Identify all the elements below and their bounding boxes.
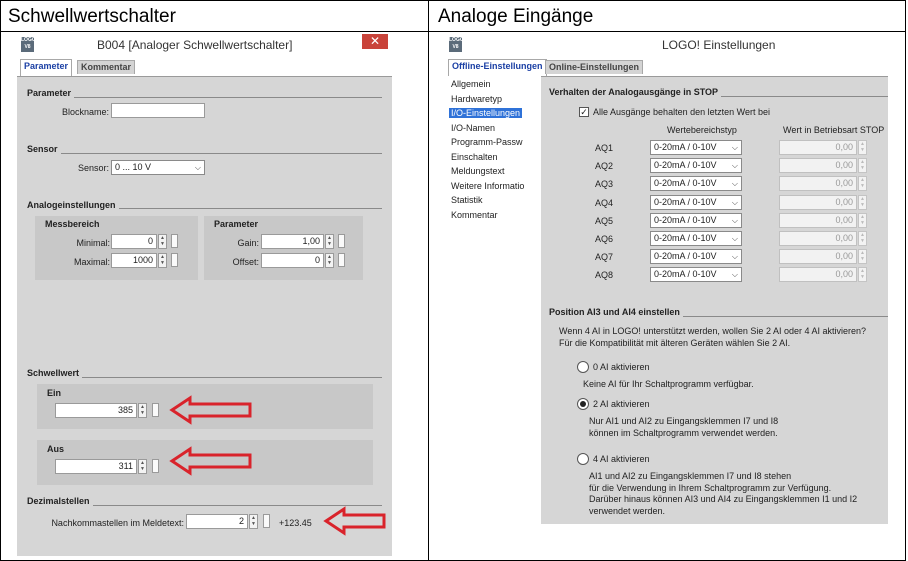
output-stop-spinner[interactable]: ▲ ▼ xyxy=(858,140,867,155)
chevron-down-icon: ⌵ xyxy=(731,252,738,262)
arrow-aus-icon xyxy=(169,446,252,476)
ai-option-description: für die Verwendung in Ihrem Schaltprogra… xyxy=(589,482,832,493)
output-range-select[interactable]: 0-20mA / 0-10V ⌵ xyxy=(650,267,742,283)
dialog-titlebar: LOGO V8 LOGO! Einstellungen xyxy=(445,34,888,56)
output-name: AQ6 xyxy=(595,234,614,244)
output-name: AQ7 xyxy=(595,252,614,263)
chevron-down-icon: ⌵ xyxy=(731,270,738,280)
col-range-header: Wertebereichstyp xyxy=(667,125,737,135)
keep-last-value-checkbox[interactable]: ✓ xyxy=(579,107,589,117)
keep-last-value-label: Alle Ausgänge behalten den letzten Wert … xyxy=(593,107,770,117)
output-stop-value-input[interactable]: 0,00 xyxy=(779,249,857,265)
output-stop-spinner[interactable]: ▲ ▼ xyxy=(858,212,867,228)
tab-online-settings[interactable]: Online-Einstellungen xyxy=(545,60,644,74)
col-stop-header: Wert in Betriebsart STOP xyxy=(783,125,885,135)
ai-option-radio[interactable] xyxy=(577,398,589,410)
output-range-select[interactable]: 0-20mA / 0-10V ⌵ xyxy=(650,140,742,155)
output-range-select[interactable]: 0-20mA / 0-10V ⌵ xyxy=(650,231,742,246)
output-stop-spinner[interactable]: ▲ ▼ xyxy=(858,176,867,192)
output-stop-value-input[interactable]: 0,00 xyxy=(779,194,857,210)
output-stop-value-input[interactable]: 0,00 xyxy=(779,231,857,246)
output-range-select[interactable]: 0-20mA / 0-10V ⌵ xyxy=(650,176,742,192)
ai-option-radio[interactable] xyxy=(577,361,589,373)
ai-option-label[interactable]: 0 AI aktivieren xyxy=(593,362,650,372)
output-name: AQ2 xyxy=(595,161,614,172)
chevron-down-icon: ⌵ xyxy=(731,197,738,207)
output-range-value: 0-20mA / 0-10V xyxy=(654,233,717,243)
ai-option-description: Keine AI für Ihr Schaltprogramm verfügba… xyxy=(583,379,754,389)
ai-option-description: AI1 und AI2 zu Eingangsklemmen I7 und I8… xyxy=(589,471,792,481)
nav-item[interactable]: Einschalten xyxy=(451,152,498,162)
output-stop-spinner[interactable]: ▲ ▼ xyxy=(858,158,867,174)
tab-offline-settings[interactable]: Offline-Einstellungen xyxy=(448,59,547,76)
output-stop-spinner[interactable]: ▲ ▼ xyxy=(858,267,867,283)
output-stop-spinner[interactable]: ▲ ▼ xyxy=(858,249,867,265)
ai-option-description: Darüber hinaus können AI3 und AI4 zu Ein… xyxy=(589,494,858,504)
nav-item[interactable]: Meldungstext xyxy=(451,166,505,176)
output-range-value: 0-20mA / 0-10V xyxy=(654,160,717,171)
output-range-value: 0-20mA / 0-10V xyxy=(654,214,717,225)
ai-option-label[interactable]: 4 AI aktivieren xyxy=(593,454,650,464)
dialog-title: LOGO! Einstellungen xyxy=(662,38,776,52)
section-analog-outputs: Verhalten der Analogausgänge in STOP xyxy=(549,87,722,97)
chevron-down-icon: ⌵ xyxy=(731,161,738,171)
nav-item[interactable]: I/O-Einstellungen xyxy=(449,108,523,118)
chevron-down-icon: ⌵ xyxy=(731,179,738,189)
nav-item[interactable]: I/O-Namen xyxy=(451,123,495,133)
output-range-value: 0-20mA / 0-10V xyxy=(654,196,717,207)
output-range-value: 0-20mA / 0-10V xyxy=(654,251,717,262)
ai-option-description: können im Schaltprogramm verwendet werde… xyxy=(589,427,778,438)
output-stop-spinner[interactable]: ▲ ▼ xyxy=(858,231,867,246)
output-name: AQ3 xyxy=(595,179,614,190)
output-name: AQ4 xyxy=(595,197,614,208)
output-range-value: 0-20mA / 0-10V xyxy=(654,178,717,189)
output-stop-value-input[interactable]: 0,00 xyxy=(779,140,857,155)
output-range-value: 0-20mA / 0-10V xyxy=(654,269,717,280)
settings-nav: Allgemein Hardwaretyp I/O-Einstellungen I/O… xyxy=(445,76,541,524)
output-name: AQ1 xyxy=(595,143,614,153)
output-range-select[interactable]: 0-20mA / 0-10V ⌵ xyxy=(650,249,742,265)
output-stop-value-input[interactable]: 0,00 xyxy=(779,176,857,192)
output-range-value: 0-20mA / 0-10V xyxy=(654,142,717,152)
output-stop-spinner[interactable]: ▲ ▼ xyxy=(858,194,867,210)
tab-strip: Offline-Einstellungen Online-Einstellung… xyxy=(445,56,888,77)
ai-option-description: verwendet werden. xyxy=(589,505,666,516)
nav-item[interactable]: Kommentar xyxy=(451,210,498,220)
intro-line-1: Wenn 4 AI in LOGO! unterstützt werden, w… xyxy=(559,326,867,336)
ai-option-description: Nur AI1 und AI2 zu Eingangsklemmen I7 un… xyxy=(589,416,779,426)
logo-icon: LOGO V8 xyxy=(449,37,464,52)
chevron-down-icon: ⌵ xyxy=(731,143,738,152)
output-range-select[interactable]: 0-20mA / 0-10V ⌵ xyxy=(650,212,742,228)
nav-item[interactable]: Weitere Informatio xyxy=(451,181,524,191)
output-name: AQ5 xyxy=(595,215,614,226)
output-stop-value-input[interactable]: 0,00 xyxy=(779,212,857,228)
output-stop-value-input[interactable]: 0,00 xyxy=(779,158,857,174)
output-name: AQ8 xyxy=(595,270,614,281)
nav-item[interactable]: Allgemein xyxy=(451,79,491,89)
chevron-down-icon: ⌵ xyxy=(731,234,738,243)
arrow-ein-icon xyxy=(169,395,252,425)
chevron-down-icon: ⌵ xyxy=(731,215,738,225)
ai-option-label[interactable]: 2 AI aktivieren xyxy=(593,399,650,409)
output-range-select[interactable]: 0-20mA / 0-10V ⌵ xyxy=(650,194,742,210)
arrow-dezimal-icon xyxy=(323,506,386,536)
intro-line-2: Für die Kompatibilität mit älteren Gerät… xyxy=(559,338,791,348)
nav-item[interactable]: Hardwaretyp xyxy=(451,94,502,104)
section-ai-position: Position AI3 und AI4 einstellen xyxy=(549,307,683,317)
nav-item[interactable]: Programm-Passw xyxy=(451,137,523,147)
nav-item[interactable]: Statistik xyxy=(451,195,483,205)
logo-settings-dialog: LOGO V8 LOGO! Einstellungen Offline-Eins… xyxy=(445,34,888,524)
ai-option-radio[interactable] xyxy=(577,453,589,465)
output-range-select[interactable]: 0-20mA / 0-10V ⌵ xyxy=(650,158,742,174)
output-stop-value-input[interactable]: 0,00 xyxy=(779,267,857,283)
